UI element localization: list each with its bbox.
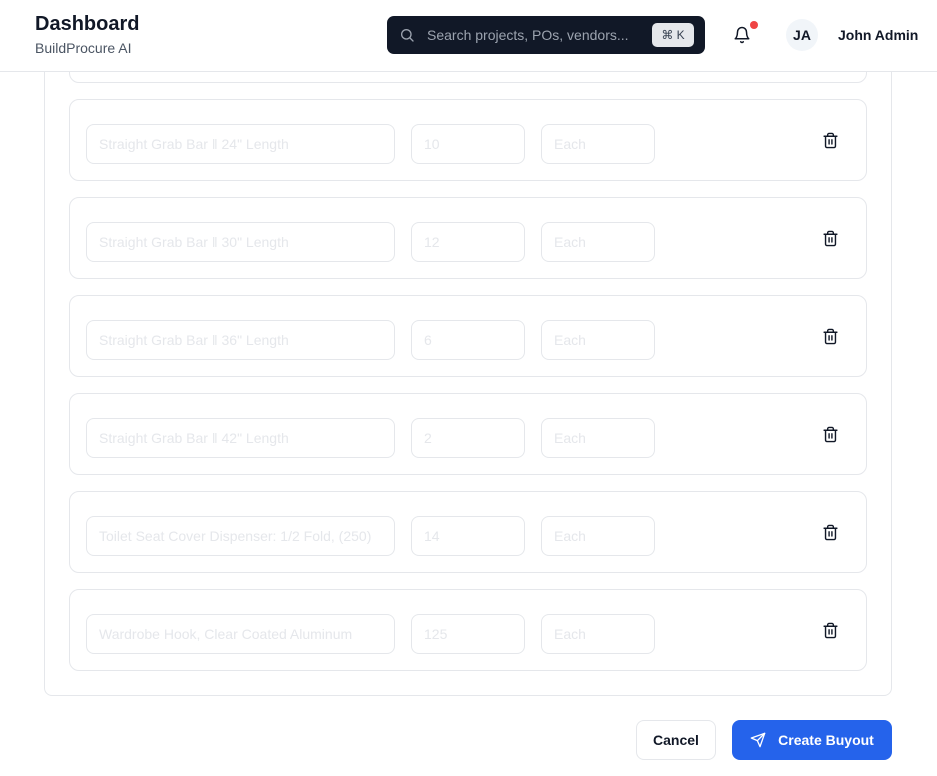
send-icon [750, 732, 766, 748]
item-quantity-field[interactable]: 12 [411, 222, 525, 262]
create-buyout-label: Create Buyout [778, 732, 874, 748]
item-description-field[interactable]: Wardrobe Hook, Clear Coated Aluminum [86, 614, 395, 654]
item-unit-field[interactable]: Each [541, 320, 655, 360]
app-name: BuildProcure AI [35, 40, 132, 56]
item-quantity-field[interactable]: 125 [411, 614, 525, 654]
item-quantity-field[interactable]: 14 [411, 516, 525, 556]
item-unit-field[interactable]: Each [541, 222, 655, 262]
trash-icon[interactable] [822, 328, 839, 345]
item-description-field[interactable]: Straight Grab Bar ‖ 36" Length [86, 320, 395, 360]
top-bar: Dashboard BuildProcure AI ⌘ K JA John Ad… [0, 0, 937, 72]
line-item-row: Wardrobe Hook, Clear Coated Aluminum 125… [69, 589, 867, 671]
line-item-row: Straight Grab Bar ‖ 30" Length 12 Each [69, 197, 867, 279]
trash-icon[interactable] [822, 230, 839, 247]
item-unit-field[interactable]: Each [541, 614, 655, 654]
item-quantity-field[interactable]: 6 [411, 320, 525, 360]
item-unit-field[interactable]: Each [541, 516, 655, 556]
create-buyout-button[interactable]: Create Buyout [732, 720, 892, 760]
cancel-button[interactable]: Cancel [636, 720, 716, 760]
line-item-row: Straight Grab Bar ‖ 36" Length 6 Each [69, 295, 867, 377]
item-description-field[interactable]: Toilet Seat Cover Dispenser: 1/2 Fold, (… [86, 516, 395, 556]
item-description-field[interactable]: Straight Grab Bar ‖ 24" Length [86, 124, 395, 164]
avatar[interactable]: JA [786, 19, 818, 51]
trash-icon[interactable] [822, 426, 839, 443]
line-item-row: Straight Grab Bar ‖ 24" Length 10 Each [69, 99, 867, 181]
search-input[interactable] [427, 24, 647, 46]
bell-icon[interactable] [733, 26, 751, 44]
notification-dot [750, 21, 758, 29]
user-name[interactable]: John Admin [838, 27, 918, 43]
item-quantity-field[interactable]: 2 [411, 418, 525, 458]
item-unit-field[interactable]: Each [541, 418, 655, 458]
trash-icon[interactable] [822, 132, 839, 149]
trash-icon[interactable] [822, 524, 839, 541]
trash-icon[interactable] [822, 622, 839, 639]
item-description-field[interactable]: Straight Grab Bar ‖ 42" Length [86, 418, 395, 458]
keyboard-shortcut-badge: ⌘ K [652, 23, 694, 47]
line-item-row: Toilet Seat Cover Dispenser: 1/2 Fold, (… [69, 491, 867, 573]
line-item-row: Straight Grab Bar ‖ 42" Length 2 Each [69, 393, 867, 475]
item-description-field[interactable]: Straight Grab Bar ‖ 30" Length [86, 222, 395, 262]
item-quantity-field[interactable]: 10 [411, 124, 525, 164]
search-icon [401, 29, 414, 42]
page-title: Dashboard [35, 13, 140, 35]
item-unit-field[interactable]: Each [541, 124, 655, 164]
